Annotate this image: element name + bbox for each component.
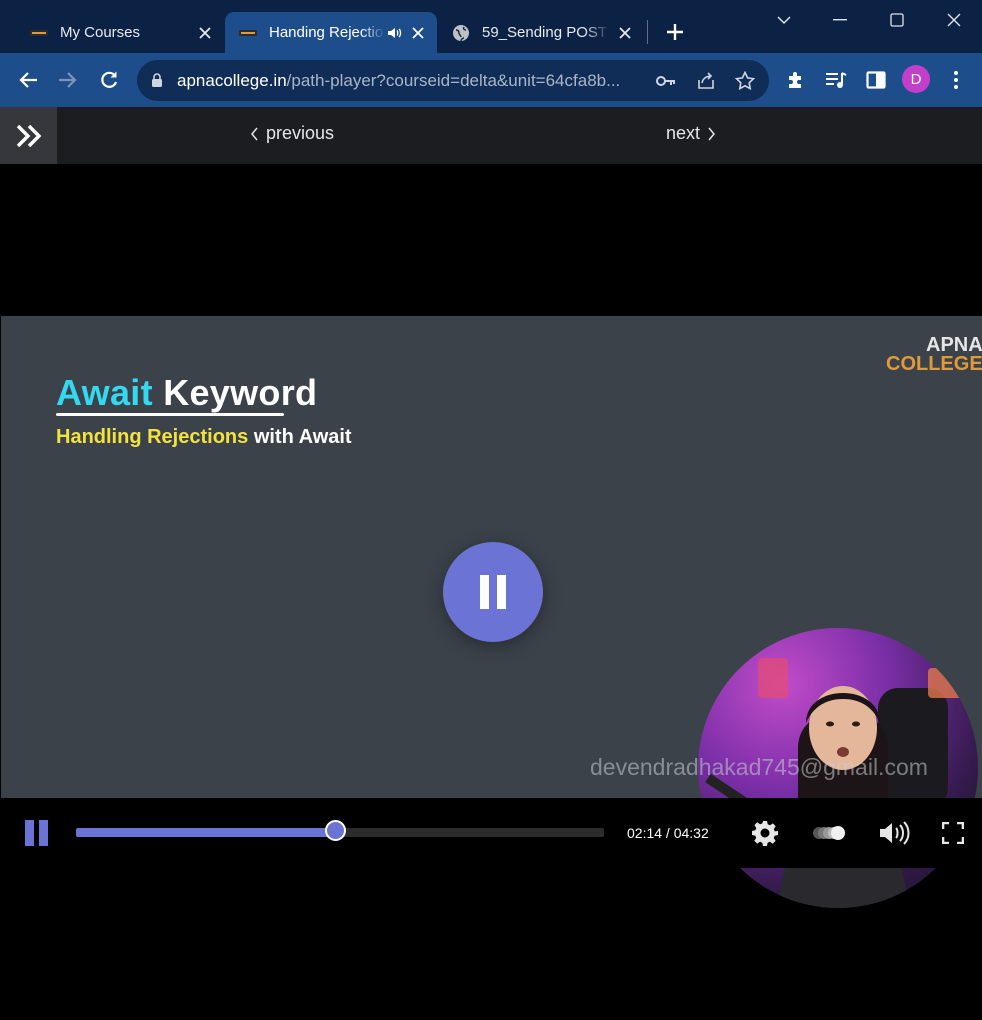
browser-tab-strip: My Courses Handing Rejections with Await…: [0, 0, 982, 53]
pause-icon: [25, 820, 48, 846]
center-pause-button[interactable]: [443, 542, 543, 642]
side-panel-icon[interactable]: [862, 66, 890, 94]
video-slide-subtitle: Handling Rejections with Await: [56, 426, 352, 449]
subtitle-rest: with Await: [253, 426, 352, 448]
browser-toolbar: apnacollege.in/path-player?courseid=delt…: [0, 53, 982, 107]
fullscreen-icon: [942, 822, 964, 844]
reload-icon[interactable]: [95, 66, 123, 94]
bookmark-star-icon[interactable]: [734, 70, 756, 92]
double-chevron-right-icon: [16, 124, 41, 147]
fullscreen-button[interactable]: [940, 820, 966, 846]
close-tab-icon[interactable]: [196, 24, 214, 42]
play-pause-button[interactable]: [22, 818, 52, 848]
speaker-icon[interactable]: [387, 26, 403, 40]
tab-sending-post-request[interactable]: 59_Sending POST request: [438, 12, 644, 53]
url-text: apnacollege.in/path-player?courseid=delt…: [177, 71, 647, 91]
video-slide-title: Await Keyword: [56, 372, 317, 414]
pause-icon: [480, 575, 506, 609]
playback-speed-toggle[interactable]: [812, 822, 846, 844]
progress-bar[interactable]: [76, 820, 604, 841]
back-arrow-icon[interactable]: [14, 66, 42, 94]
volume-button[interactable]: [877, 818, 911, 848]
extensions-puzzle-icon[interactable]: [782, 66, 810, 94]
duration: 04:32: [673, 825, 709, 841]
settings-button[interactable]: [750, 818, 780, 848]
apna-college-logo: APNA COLLEGE: [886, 335, 982, 375]
close-tab-icon[interactable]: [616, 24, 634, 42]
progress-fill: [76, 828, 336, 837]
apna-college-favicon: [30, 24, 48, 42]
media-control-icon[interactable]: [822, 66, 850, 94]
gear-icon: [752, 821, 778, 846]
expand-sidebar-button[interactable]: [0, 107, 57, 164]
maximize-window-icon[interactable]: [885, 8, 909, 32]
title-underline: [56, 413, 284, 416]
lock-icon[interactable]: [151, 73, 163, 88]
close-tab-icon[interactable]: [409, 24, 427, 42]
url-path: /path-player?courseid=delta&unit=64cfa8b…: [286, 70, 621, 90]
forward-arrow-icon[interactable]: [54, 66, 82, 94]
progress-scrubber-handle[interactable]: [324, 820, 346, 841]
tab-search-chevron-icon[interactable]: [772, 8, 796, 32]
tab-title: My Courses: [60, 24, 141, 41]
profile-avatar[interactable]: D: [902, 65, 930, 93]
tab-my-courses[interactable]: My Courses: [16, 12, 224, 53]
url-host: apnacollege.in: [177, 70, 287, 90]
video-letterbox-top: [0, 164, 982, 316]
globe-icon: [452, 24, 470, 42]
title-highlight: Await: [56, 372, 153, 413]
close-window-icon[interactable]: [942, 8, 966, 32]
tab-separator: [647, 20, 648, 44]
time-display: 02:14 / 04:32: [627, 825, 709, 841]
new-tab-button[interactable]: [662, 19, 688, 45]
previous-label: previous: [266, 123, 335, 143]
kebab-menu-icon[interactable]: [942, 66, 970, 94]
course-navigation-bar: previous next: [0, 107, 982, 164]
address-bar[interactable]: apnacollege.in/path-player?courseid=delt…: [137, 60, 769, 101]
minimize-window-icon[interactable]: [828, 8, 852, 32]
chevron-right-icon: [708, 127, 716, 140]
tab-title: 59_Sending POST request: [482, 24, 610, 41]
key-icon[interactable]: [655, 70, 677, 92]
time-separator: /: [662, 825, 674, 841]
share-icon[interactable]: [695, 70, 717, 92]
title-rest: Keyword: [163, 372, 318, 413]
volume-icon: [880, 821, 910, 845]
current-time: 02:14: [627, 825, 663, 841]
next-label: next: [666, 123, 701, 143]
tab-title: Handing Rejections with Await: [269, 24, 385, 41]
previous-lesson-link[interactable]: previous: [250, 123, 334, 144]
user-email-watermark: devendradhakad745@gmail.com: [590, 754, 928, 780]
speed-toggle-icon: [813, 826, 845, 840]
chevron-left-icon: [251, 127, 258, 140]
logo-line-2: COLLEGE: [886, 353, 982, 375]
tab-handing-rejections[interactable]: Handing Rejections with Await: [225, 12, 437, 53]
subtitle-highlight: Handling Rejections: [56, 426, 249, 448]
apna-college-favicon: [239, 24, 257, 42]
next-lesson-link[interactable]: next: [666, 123, 716, 144]
